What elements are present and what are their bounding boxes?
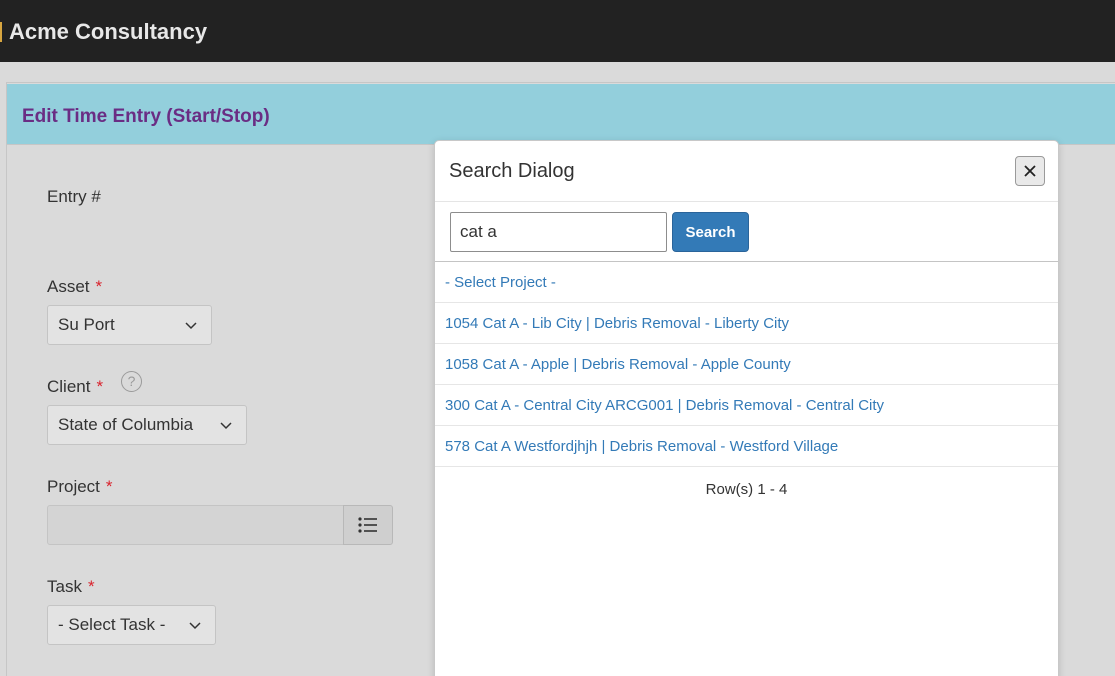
client-label-text: Client	[47, 377, 91, 396]
list-icon	[358, 517, 377, 533]
project-label: Project *	[47, 477, 113, 497]
chevron-down-icon	[189, 622, 201, 630]
project-label-text: Project	[47, 477, 100, 496]
close-icon	[1024, 165, 1036, 177]
top-navbar: Acme Consultancy	[0, 0, 1115, 62]
panel-header: Edit Time Entry (Start/Stop)	[7, 84, 1115, 145]
chevron-down-icon	[185, 322, 197, 330]
result-item[interactable]: - Select Project -	[435, 262, 1058, 303]
brand-accent	[0, 22, 2, 42]
client-select[interactable]: State of Columbia	[47, 405, 247, 445]
task-select-value: - Select Task -	[58, 615, 166, 634]
close-button[interactable]	[1015, 156, 1045, 186]
asset-select[interactable]: Su Port	[47, 305, 212, 345]
task-label: Task *	[47, 577, 95, 597]
required-marker: *	[105, 477, 113, 496]
result-item[interactable]: 1058 Cat A - Apple | Debris Removal - Ap…	[435, 344, 1058, 385]
dialog-title: Search Dialog	[449, 160, 575, 182]
project-lookup-button[interactable]	[343, 505, 393, 545]
search-button[interactable]: Search	[672, 212, 749, 252]
asset-label: Asset *	[47, 277, 102, 297]
task-select[interactable]: - Select Task -	[47, 605, 216, 645]
result-item[interactable]: 578 Cat A Westfordjhjh | Debris Removal …	[435, 426, 1058, 467]
search-dialog: Search Dialog Search - Select Project - …	[434, 140, 1059, 676]
row-count: Row(s) 1 - 4	[705, 481, 788, 498]
app-title[interactable]: Acme Consultancy	[9, 19, 207, 45]
project-input[interactable]	[47, 505, 345, 545]
page-title: Edit Time Entry (Start/Stop)	[22, 106, 270, 127]
asset-label-text: Asset	[47, 277, 90, 296]
search-input[interactable]	[450, 212, 667, 252]
asset-select-value: Su Port	[58, 315, 115, 334]
result-item[interactable]: 300 Cat A - Central City ARCG001 | Debri…	[435, 385, 1058, 426]
required-marker: *	[95, 277, 103, 296]
chevron-down-icon	[220, 422, 232, 430]
required-marker: *	[96, 377, 104, 396]
entry-label: Entry #	[47, 187, 101, 206]
client-select-value: State of Columbia	[58, 415, 194, 434]
divider	[435, 201, 1058, 202]
client-label: Client *	[47, 377, 103, 397]
result-item[interactable]: 1054 Cat A - Lib City | Debris Removal -…	[435, 303, 1058, 344]
help-circle-icon[interactable]: ?	[121, 371, 142, 392]
task-label-text: Task	[47, 577, 82, 596]
required-marker: *	[87, 577, 95, 596]
